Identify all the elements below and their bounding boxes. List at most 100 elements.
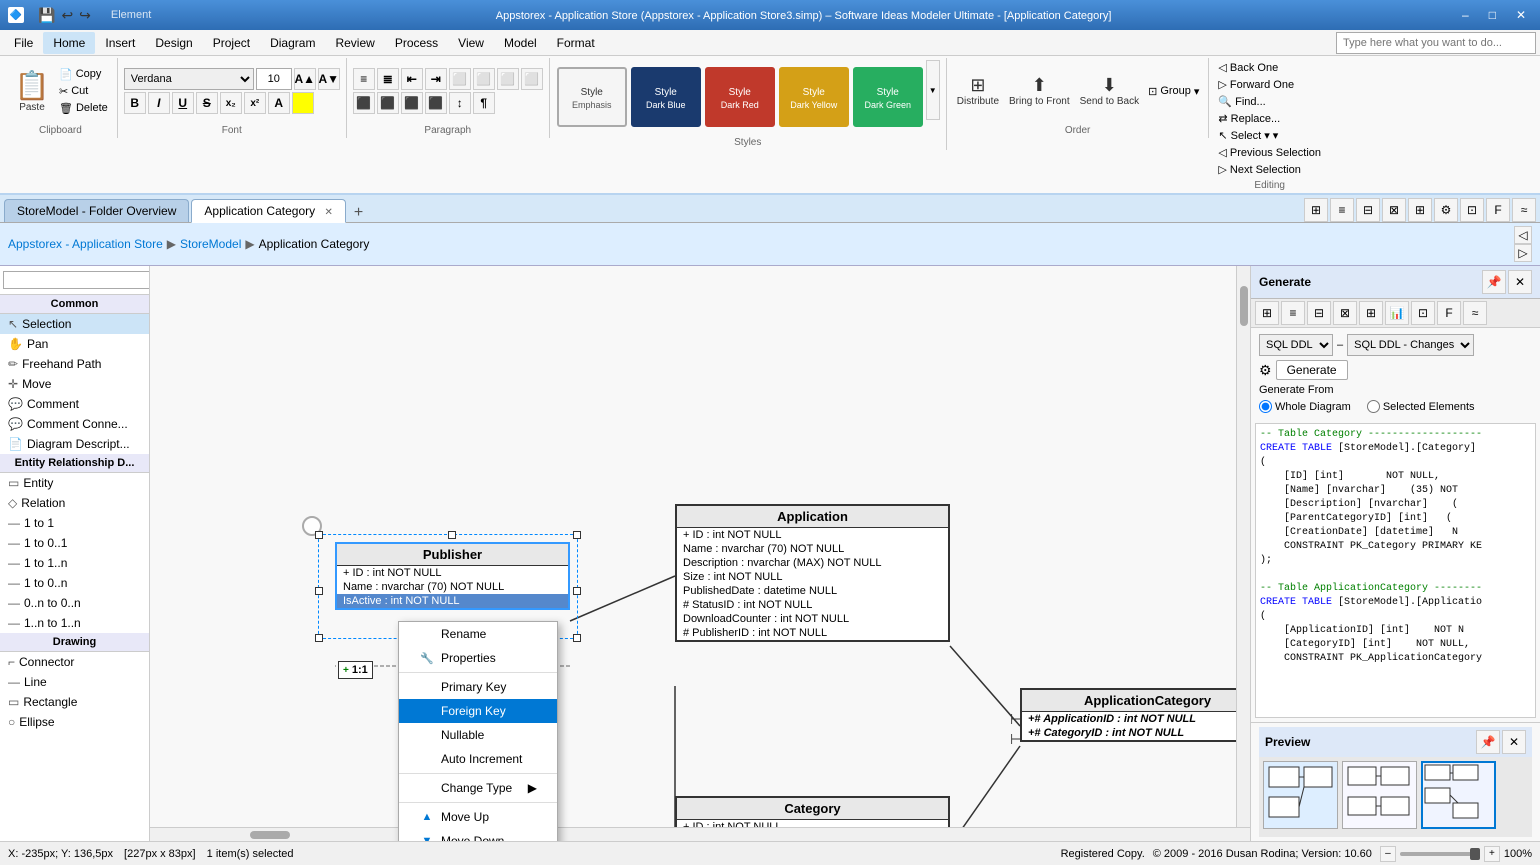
underline-button[interactable]: U: [172, 92, 194, 114]
group-button[interactable]: ⊡ Group ▾: [1145, 84, 1202, 99]
canvas-icon-2[interactable]: ≡: [1330, 198, 1354, 222]
scroll-y[interactable]: [1236, 266, 1250, 827]
menu-insert[interactable]: Insert: [95, 32, 145, 54]
handle-ml[interactable]: [315, 587, 323, 595]
entity-publisher[interactable]: Publisher + ID : int NOT NULL Name : nva…: [335, 542, 570, 610]
paste-button[interactable]: 📋 Paste: [10, 67, 54, 115]
list-ordered-button[interactable]: ≣: [377, 68, 399, 90]
menu-process[interactable]: Process: [385, 32, 448, 54]
rp-tb-9[interactable]: ≈: [1463, 301, 1487, 325]
paragraph-options-button[interactable]: ¶: [473, 92, 495, 114]
panel-item-ellipse[interactable]: ○ Ellipse: [0, 712, 149, 732]
menu-diagram[interactable]: Diagram: [260, 32, 325, 54]
scroll-x[interactable]: [150, 827, 1250, 841]
bold-button[interactable]: B: [124, 92, 146, 114]
selected-elements-radio-label[interactable]: Selected Elements: [1367, 400, 1475, 413]
align-justify-button[interactable]: ⬜: [521, 68, 543, 90]
ribbon-search-input[interactable]: [1336, 32, 1536, 54]
canvas-icon-3[interactable]: ⊟: [1356, 198, 1380, 222]
ctx-auto-increment[interactable]: Auto Increment: [399, 747, 557, 771]
entity-appcategory[interactable]: ApplicationCategory +# ApplicationID : i…: [1020, 688, 1250, 742]
whole-diagram-radio-label[interactable]: Whole Diagram: [1259, 400, 1351, 413]
menu-view[interactable]: View: [448, 32, 494, 54]
breadcrumb-storemodel[interactable]: StoreModel: [180, 237, 241, 251]
app-field-name[interactable]: Name : nvarchar (70) NOT NULL: [677, 542, 948, 556]
scroll-x-thumb[interactable]: [250, 831, 290, 839]
canvas-icon-6[interactable]: ⚙: [1434, 198, 1458, 222]
scroll-y-thumb[interactable]: [1240, 286, 1248, 326]
panel-item-move[interactable]: ✛ Move: [0, 374, 149, 394]
handle-bl[interactable]: [315, 634, 323, 642]
preview-thumb-2[interactable]: [1342, 761, 1417, 829]
select-button[interactable]: ↖ Select ▾ ▾: [1215, 128, 1324, 143]
app-field-id[interactable]: + ID : int NOT NULL: [677, 528, 948, 542]
canvas-area[interactable]: ⊢ ⊢ Publisher + ID : int NOT NULL Name :…: [150, 266, 1250, 841]
style-darkblue-button[interactable]: Style Dark Blue: [631, 67, 701, 127]
handle-tr[interactable]: [573, 531, 581, 539]
canvas-icon-1[interactable]: ⊞: [1304, 198, 1328, 222]
app-field-statusid[interactable]: # StatusID : int NOT NULL: [677, 598, 948, 612]
align-left-button[interactable]: ⬜: [449, 68, 471, 90]
appcategory-field-catid[interactable]: +# CategoryID : int NOT NULL: [1022, 726, 1250, 740]
menu-model[interactable]: Model: [494, 32, 547, 54]
menu-home[interactable]: Home: [43, 32, 95, 54]
handle-br[interactable]: [573, 634, 581, 642]
font-color-button[interactable]: A: [268, 92, 290, 114]
panel-item-relation[interactable]: ◇ Relation: [0, 493, 149, 513]
font-name-select[interactable]: Verdana: [124, 68, 254, 90]
tab-application-category[interactable]: Application Category ✕: [191, 199, 345, 223]
panel-item-pan[interactable]: ✋ Pan: [0, 334, 149, 354]
zoom-out-button[interactable]: –: [1380, 846, 1396, 862]
italic-button[interactable]: I: [148, 92, 170, 114]
rp-tb-8[interactable]: F: [1437, 301, 1461, 325]
rp-pin-button[interactable]: 📌: [1482, 270, 1506, 294]
align-bottom-button[interactable]: ⬛: [401, 92, 423, 114]
preview-thumb-1[interactable]: [1263, 761, 1338, 829]
font-size-increase-button[interactable]: A▲: [294, 68, 316, 90]
align-right-button[interactable]: ⬜: [497, 68, 519, 90]
publisher-field-name[interactable]: Name : nvarchar (70) NOT NULL: [337, 580, 568, 594]
ctx-foreign-key[interactable]: Foreign Key: [399, 699, 557, 723]
rp-tb-2[interactable]: ≡: [1281, 301, 1305, 325]
code-area[interactable]: -- Table Category ------------------- CR…: [1255, 423, 1536, 718]
tab-folder-overview[interactable]: StoreModel - Folder Overview: [4, 199, 189, 222]
ctx-rename[interactable]: Rename: [399, 622, 557, 646]
font-size-input[interactable]: [256, 68, 292, 90]
preview-thumb-3[interactable]: [1421, 761, 1496, 829]
rp-tb-1[interactable]: ⊞: [1255, 301, 1279, 325]
panel-item-1to01[interactable]: — 1 to 0..1: [0, 533, 149, 553]
find-button[interactable]: 🔍 Find...: [1215, 94, 1324, 109]
scroll-left-button[interactable]: ◁: [1514, 226, 1532, 244]
app-field-pubdate[interactable]: PublishedDate : datetime NULL: [677, 584, 948, 598]
rp-tb-6[interactable]: 📊: [1385, 301, 1409, 325]
subscript-button[interactable]: x₂: [220, 92, 242, 114]
generate-button[interactable]: Generate: [1276, 360, 1348, 380]
send-to-back-button[interactable]: ⬇ Send to Back: [1076, 73, 1143, 109]
canvas-icon-9[interactable]: ≈: [1512, 198, 1536, 222]
tab-close-icon[interactable]: ✕: [324, 207, 332, 218]
menu-design[interactable]: Design: [145, 32, 202, 54]
styles-more-button[interactable]: ▼: [926, 60, 940, 120]
indent-decrease-button[interactable]: ⇤: [401, 68, 423, 90]
entity-application[interactable]: Application + ID : int NOT NULL Name : n…: [675, 504, 950, 642]
style-darkred-button[interactable]: Style Dark Red: [705, 67, 775, 127]
left-search-input[interactable]: [3, 271, 150, 289]
rp-tb-7[interactable]: ⊡: [1411, 301, 1435, 325]
align-top-button[interactable]: ⬛: [353, 92, 375, 114]
canvas-icon-4[interactable]: ⊠: [1382, 198, 1406, 222]
line-spacing-button[interactable]: ↕: [449, 92, 471, 114]
cut-button[interactable]: ✂ Cut: [56, 84, 111, 99]
undo-button[interactable]: ↩: [59, 5, 75, 26]
close-button[interactable]: ✕: [1510, 6, 1532, 24]
indent-increase-button[interactable]: ⇥: [425, 68, 447, 90]
copy-button[interactable]: 📄 Copy: [56, 67, 111, 82]
publisher-field-isactive[interactable]: IsActive : int NOT NULL: [337, 594, 568, 608]
style-darkgreen-button[interactable]: Style Dark Green: [853, 67, 923, 127]
panel-item-1to1[interactable]: — 1 to 1: [0, 513, 149, 533]
ctx-change-type[interactable]: Change Type ▶: [399, 776, 557, 800]
next-selection-button[interactable]: ▷ Next Selection: [1215, 162, 1324, 177]
forward-one-button[interactable]: ▷ Forward One: [1215, 77, 1324, 92]
panel-item-selection[interactable]: ↖ Selection: [0, 314, 149, 334]
publisher-field-id[interactable]: + ID : int NOT NULL: [337, 566, 568, 580]
menu-file[interactable]: File: [4, 32, 43, 54]
